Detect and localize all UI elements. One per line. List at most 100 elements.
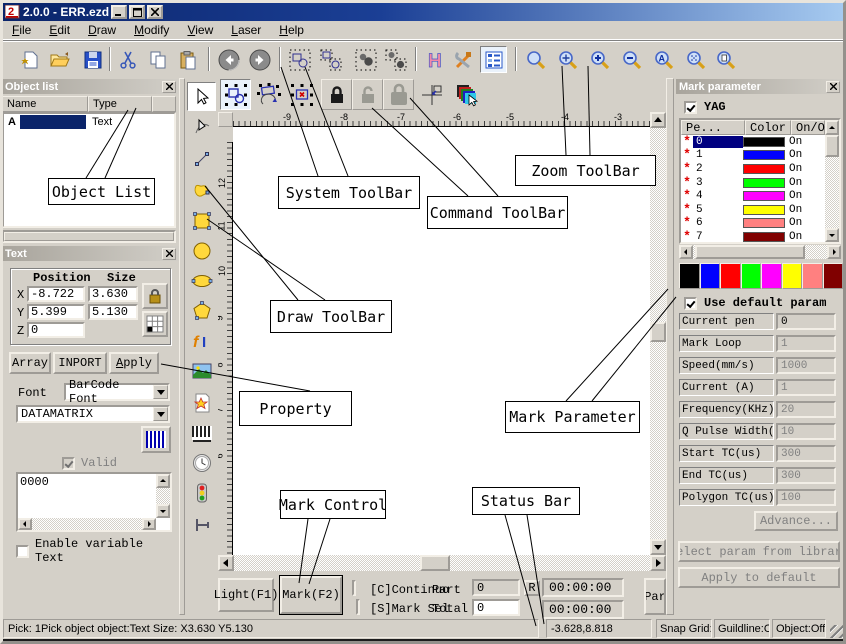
pen-row[interactable]: * 5 On [681,203,839,217]
x-position-field[interactable]: -8.722 [27,286,85,302]
lock-button[interactable] [321,79,352,110]
menu-view[interactable]: View [178,21,222,40]
copy-button[interactable] [144,46,171,73]
zoom-page-button[interactable] [712,46,739,73]
node-edit-tool-button[interactable] [187,112,216,141]
y-size-field[interactable]: 5.130 [88,304,138,320]
q-pulse-width-field[interactable]: 10 [776,423,836,440]
status-snap-grid[interactable]: Snap Grid:O [656,619,712,638]
close-text-panel-button[interactable] [162,247,176,260]
resize-grip[interactable] [830,625,843,638]
zoom-button[interactable] [522,46,549,73]
status-guideline[interactable]: Guildline:Of [714,619,770,638]
rectangle-tool-button[interactable] [187,206,216,235]
part-count-field[interactable]: 0 [472,579,520,596]
pen-vscrollbar[interactable] [825,135,839,242]
zoom-grid-button[interactable] [682,46,709,73]
vscroll-thumb[interactable] [650,322,666,342]
lock-ratio-button[interactable] [142,283,168,309]
select-tool-button[interactable] [187,82,216,111]
close-button[interactable] [147,5,164,19]
circle-tool-button[interactable] [187,236,216,265]
vector-file-tool-button[interactable] [187,388,216,417]
menu-edit[interactable]: Edit [40,21,79,40]
paste-button[interactable] [174,46,201,73]
new-button[interactable] [16,46,43,73]
pen-row[interactable]: * 0 On [681,135,839,149]
column-type[interactable]: Type [88,96,152,112]
start-tc-field[interactable]: 300 [776,445,836,462]
column-onoff[interactable]: On/Off [791,120,839,135]
pen-row[interactable]: * 6 On [681,216,839,231]
param-list-button[interactable] [480,46,507,73]
palette-swatch[interactable] [781,263,802,289]
anchor-grid-button[interactable] [142,311,168,337]
scroll-up-button[interactable] [650,112,666,128]
pen-hscrollbar[interactable] [679,245,841,259]
delay-tool-button[interactable] [187,448,216,477]
palette-swatch[interactable] [720,263,741,289]
combine-button[interactable] [352,46,379,73]
barcode-tool-button[interactable] [187,418,216,447]
use-default-checkbox[interactable] [684,296,697,310]
mark-selected-checkbox[interactable] [356,599,360,615]
palette-swatch[interactable] [679,263,700,289]
pen-scroll-up-button[interactable] [825,120,839,135]
mark-button[interactable]: Mark(F2) [279,575,343,615]
scroll-right-button[interactable] [650,555,666,571]
end-tc-field[interactable]: 300 [776,467,836,484]
enable-variable-checkbox[interactable] [16,544,29,558]
unlock-button[interactable] [352,79,383,110]
ungroup-button[interactable] [317,46,344,73]
group-button[interactable] [286,46,313,73]
font-select-arrow[interactable] [153,385,168,399]
palette-swatch[interactable] [740,263,761,289]
move-to-origin-button[interactable] [416,79,447,110]
apply-button[interactable]: Apply [109,352,159,374]
polygon-tool-button[interactable] [187,296,216,325]
font-select[interactable]: BarCode Font [64,378,170,406]
menu-file[interactable]: File [3,21,40,40]
current-field[interactable]: 1 [776,379,836,396]
pen-row[interactable]: * 2 On [681,162,839,176]
light-button[interactable]: Light(F1) [214,578,278,612]
yag-checkbox[interactable] [684,100,697,114]
frequency-field[interactable]: 20 [776,401,836,418]
pen-row[interactable]: * 4 On [681,189,839,203]
z-position-field[interactable]: 0 [27,322,85,338]
total-count-field[interactable]: 0 [472,599,520,616]
object-row[interactable]: A Text [4,114,174,130]
barcode-preview-button[interactable] [141,426,171,453]
pen-scroll-down-button[interactable] [825,228,839,242]
reset-count-button[interactable]: R [524,580,540,596]
barcode-type-select[interactable]: DATAMATRIX [16,405,170,423]
undo-button[interactable] [215,46,242,73]
zoom-all-button[interactable]: A [650,46,677,73]
bitmap-tool-button[interactable] [187,356,216,385]
save-button[interactable] [79,46,106,73]
status-object[interactable]: Object:Off [772,619,826,638]
apply-to-default-button[interactable]: Apply to default [678,567,840,588]
cut-button[interactable] [114,46,141,73]
rotate-selection-button[interactable] [253,79,284,110]
close-object-list-button[interactable] [162,80,176,93]
line-tool-button[interactable] [187,144,216,173]
io-signal-tool-button[interactable] [187,478,216,507]
mark-loop-field[interactable]: 1 [776,335,836,352]
pen-row[interactable]: * 7 On [681,230,839,244]
select-param-library-button[interactable]: Select param from library [678,541,840,562]
options-button[interactable] [450,46,477,73]
param-button[interactable]: Par [644,578,666,615]
array-button[interactable]: Array [9,352,51,374]
y-position-field[interactable]: 5.399 [27,304,85,320]
uncombine-button[interactable] [382,46,409,73]
column-pen[interactable]: Pe... [681,120,745,135]
scroll-down-button[interactable] [650,539,666,555]
palette-swatch[interactable] [761,263,782,289]
zoom-out-button[interactable] [618,46,645,73]
pen-row[interactable]: * 1 On [681,148,839,163]
extend-tool-button[interactable] [187,510,216,539]
pen-hscroll-thumb[interactable] [695,245,805,259]
barcode-type-arrow[interactable] [153,407,168,421]
continuous-checkbox[interactable] [352,580,356,596]
